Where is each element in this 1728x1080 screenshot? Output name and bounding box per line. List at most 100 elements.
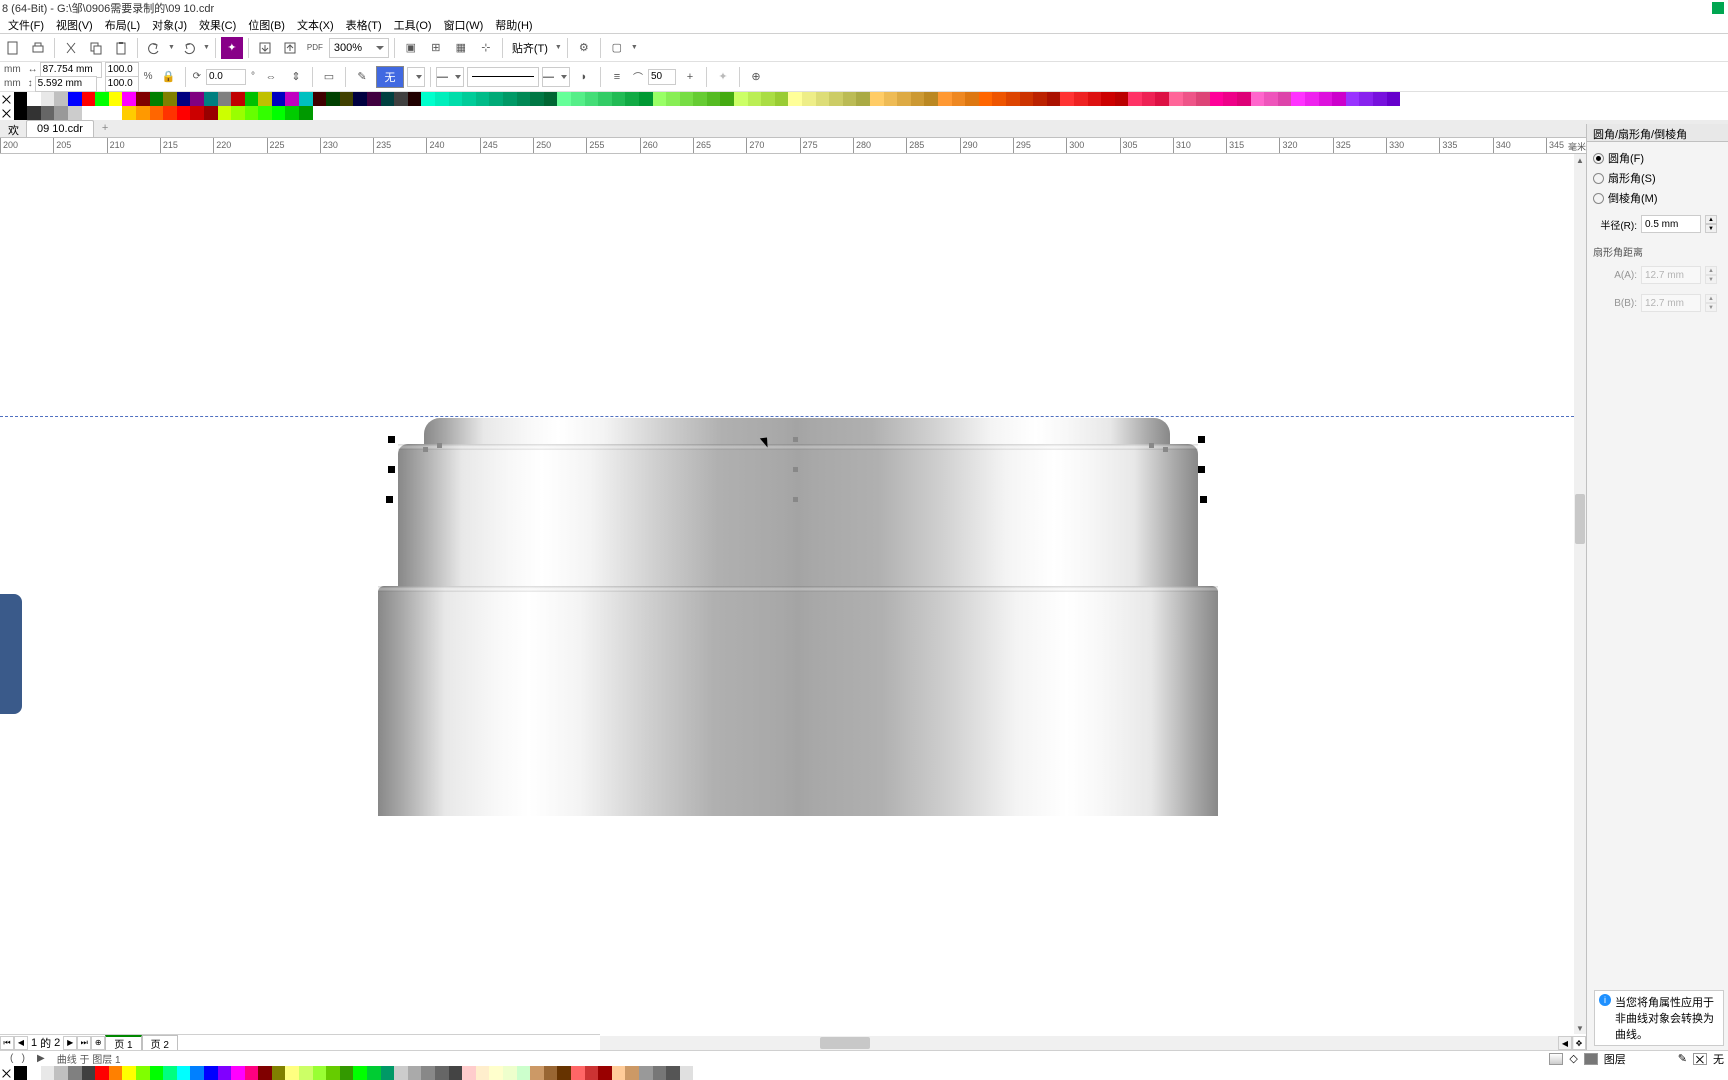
redo-button[interactable] bbox=[178, 37, 200, 59]
color-swatch[interactable] bbox=[1319, 92, 1333, 106]
color-swatch[interactable] bbox=[285, 92, 299, 106]
color-swatch[interactable] bbox=[666, 92, 680, 106]
color-swatch[interactable] bbox=[54, 106, 68, 120]
color-swatch[interactable] bbox=[190, 92, 204, 106]
color-swatch[interactable] bbox=[258, 106, 272, 120]
color-swatch[interactable] bbox=[476, 1066, 490, 1080]
color-swatch[interactable] bbox=[639, 1066, 653, 1080]
color-swatch[interactable] bbox=[693, 92, 707, 106]
color-swatch[interactable] bbox=[272, 92, 286, 106]
status-play-icon[interactable]: ▶ bbox=[31, 1053, 51, 1064]
page-last-button[interactable]: ⏭ bbox=[77, 1036, 91, 1050]
grid-button[interactable]: ▦ bbox=[450, 37, 472, 59]
scroll-down-icon[interactable]: ▼ bbox=[1574, 1022, 1586, 1034]
opt-scallop[interactable]: 扇形角(S) bbox=[1593, 168, 1722, 188]
color-swatch[interactable] bbox=[82, 106, 96, 120]
color-swatch[interactable] bbox=[299, 106, 313, 120]
color-swatch[interactable] bbox=[177, 106, 191, 120]
color-swatch[interactable] bbox=[1155, 92, 1169, 106]
color-swatch[interactable] bbox=[136, 106, 150, 120]
color-swatch[interactable] bbox=[1074, 92, 1088, 106]
color-swatch[interactable] bbox=[340, 1066, 354, 1080]
wrap-dd[interactable] bbox=[407, 67, 425, 87]
color-swatch[interactable] bbox=[231, 1066, 245, 1080]
color-swatch[interactable] bbox=[1305, 92, 1319, 106]
color-swatch[interactable] bbox=[1278, 92, 1292, 106]
snap-label[interactable]: 贴齐(T) bbox=[508, 40, 552, 56]
color-swatch[interactable] bbox=[625, 92, 639, 106]
color-swatch[interactable] bbox=[163, 92, 177, 106]
no-outline-icon[interactable] bbox=[1693, 1053, 1707, 1065]
color-swatch[interactable] bbox=[367, 92, 381, 106]
snap-dd[interactable]: ▼ bbox=[555, 44, 562, 51]
color-swatch[interactable] bbox=[231, 92, 245, 106]
color-swatch[interactable] bbox=[639, 92, 653, 106]
page-prev-button[interactable]: ◀ bbox=[14, 1036, 28, 1050]
launch-dd[interactable]: ▼ bbox=[631, 44, 638, 51]
zoom-combo[interactable]: 300% bbox=[329, 38, 389, 58]
color-swatch[interactable] bbox=[557, 92, 571, 106]
color-swatch[interactable] bbox=[598, 92, 612, 106]
color-swatch[interactable] bbox=[1060, 92, 1074, 106]
color-swatch[interactable] bbox=[1223, 92, 1237, 106]
print-button[interactable] bbox=[27, 37, 49, 59]
color-swatch[interactable] bbox=[41, 106, 55, 120]
guides-button[interactable]: ⊹ bbox=[475, 37, 497, 59]
new-button[interactable] bbox=[2, 37, 24, 59]
color-swatch[interactable] bbox=[517, 1066, 531, 1080]
color-swatch[interactable] bbox=[585, 92, 599, 106]
color-swatch[interactable] bbox=[381, 92, 395, 106]
nav-pan-icon[interactable]: ✥ bbox=[1572, 1036, 1586, 1050]
node-handle[interactable] bbox=[1163, 447, 1168, 452]
color-swatch[interactable] bbox=[625, 1066, 639, 1080]
color-swatch[interactable] bbox=[449, 92, 463, 106]
color-swatch[interactable] bbox=[1115, 92, 1129, 106]
node-handle[interactable] bbox=[437, 443, 442, 448]
copy-button[interactable] bbox=[85, 37, 107, 59]
add-preset-button[interactable]: ⊕ bbox=[745, 66, 767, 88]
undo-button[interactable] bbox=[143, 37, 165, 59]
color-swatch[interactable] bbox=[1169, 92, 1183, 106]
menu-bitmap[interactable]: 位图(B) bbox=[242, 15, 291, 35]
color-swatch[interactable] bbox=[299, 92, 313, 106]
color-swatch[interactable] bbox=[612, 1066, 626, 1080]
opt-fillet[interactable]: 圆角(F) bbox=[1593, 148, 1722, 168]
color-swatch[interactable] bbox=[136, 92, 150, 106]
spin-down-icon[interactable]: ▼ bbox=[1705, 224, 1717, 233]
color-swatch[interactable] bbox=[544, 1066, 558, 1080]
menu-object[interactable]: 对象(J) bbox=[146, 15, 193, 35]
color-swatch[interactable] bbox=[204, 92, 218, 106]
color-swatch[interactable] bbox=[122, 106, 136, 120]
color-swatch[interactable] bbox=[68, 92, 82, 106]
color-swatch[interactable] bbox=[218, 1066, 232, 1080]
page-next-button[interactable]: ▶ bbox=[63, 1036, 77, 1050]
guide-line[interactable] bbox=[0, 416, 1574, 417]
color-swatch[interactable] bbox=[1359, 92, 1373, 106]
color-swatch[interactable] bbox=[14, 106, 28, 120]
color-swatch[interactable] bbox=[462, 92, 476, 106]
color-swatch[interactable] bbox=[1142, 92, 1156, 106]
color-swatch[interactable] bbox=[666, 1066, 680, 1080]
color-swatch[interactable] bbox=[95, 106, 109, 120]
color-swatch[interactable] bbox=[408, 1066, 422, 1080]
color-swatch[interactable] bbox=[1291, 92, 1305, 106]
nav-left-icon[interactable]: ◀ bbox=[1558, 1036, 1572, 1050]
color-swatch[interactable] bbox=[54, 1066, 68, 1080]
menu-file[interactable]: 文件(F) bbox=[2, 15, 50, 35]
color-swatch[interactable] bbox=[177, 1066, 191, 1080]
color-swatch[interactable] bbox=[517, 92, 531, 106]
doc-tab-active[interactable]: 09 10.cdr bbox=[26, 120, 94, 137]
lock-ratio-button[interactable]: 🔒 bbox=[158, 66, 180, 88]
cylinder-upper[interactable] bbox=[398, 444, 1198, 586]
color-swatch[interactable] bbox=[82, 1066, 96, 1080]
launch-button[interactable]: ▢ bbox=[606, 37, 628, 59]
color-swatch[interactable] bbox=[1373, 92, 1387, 106]
color-swatch[interactable] bbox=[449, 1066, 463, 1080]
mirror-h-button[interactable]: ⇔ bbox=[260, 66, 282, 88]
line-start-dd[interactable]: — bbox=[436, 67, 464, 87]
node-handle[interactable] bbox=[793, 437, 798, 442]
color-swatch[interactable] bbox=[0, 1066, 14, 1080]
color-swatch[interactable] bbox=[41, 1066, 55, 1080]
color-swatch[interactable] bbox=[1101, 92, 1115, 106]
cut-button[interactable] bbox=[60, 37, 82, 59]
